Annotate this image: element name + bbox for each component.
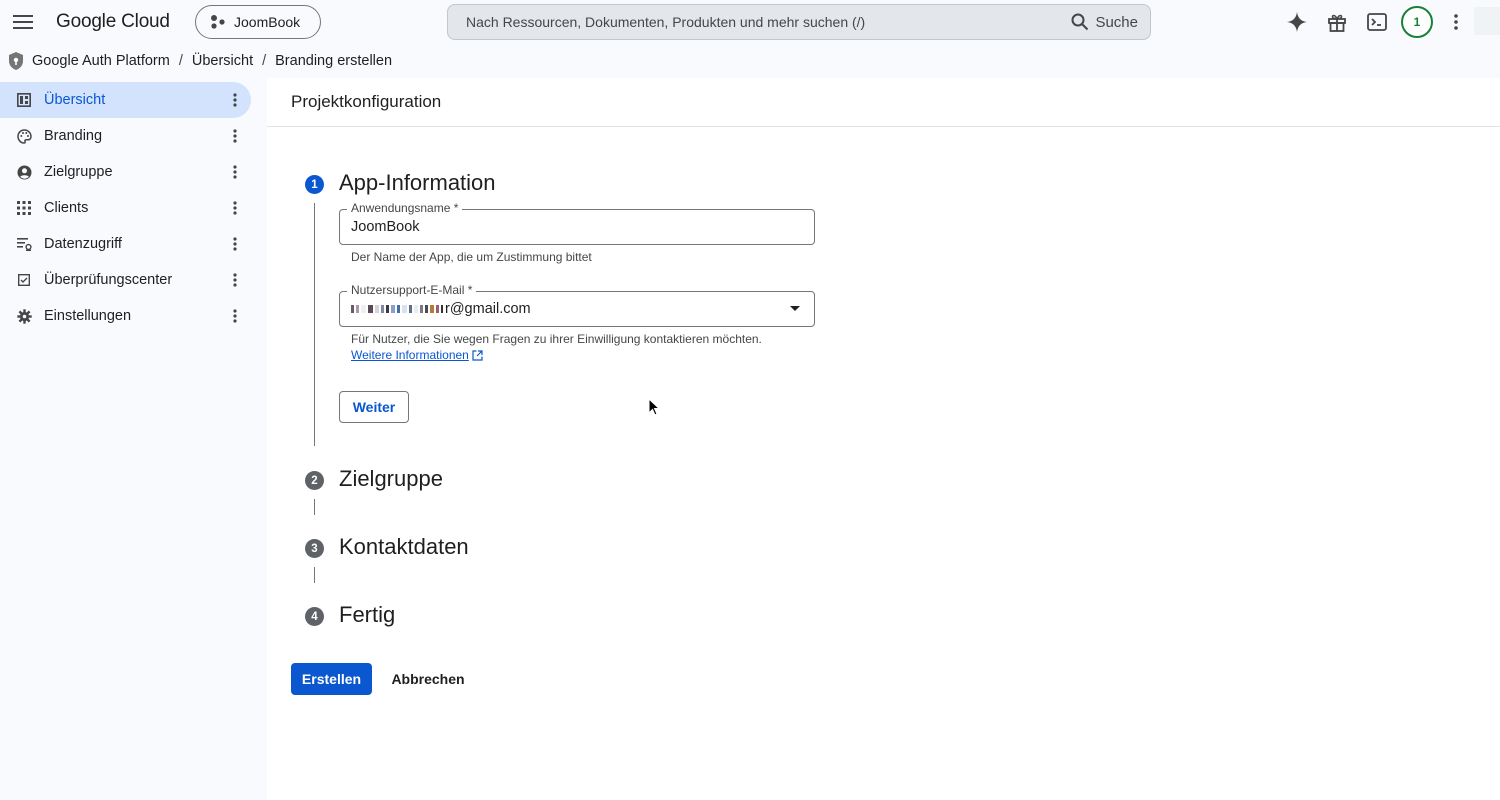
apps-grid-icon [16,200,32,216]
sidebar-item-branding[interactable]: Branding [0,118,251,154]
app-name-input[interactable] [351,219,791,235]
learn-more-link[interactable]: Weitere Informationen [351,348,483,362]
breadcrumb-item-create-branding: Branding erstellen [275,53,393,69]
account-circle-icon [16,164,32,180]
more-vert-icon[interactable] [223,88,247,112]
sidebar-item-label: Einstellungen [44,308,132,324]
stepper-connector [314,499,315,515]
search-bar: Suche [447,4,1151,40]
cloud-shell-terminal-icon[interactable] [1364,7,1390,37]
shield-lock-icon [9,52,23,70]
main-content: Projektkonfiguration 1 App-Information A… [267,78,1500,800]
project-name: JoomBook [234,14,301,30]
more-vert-icon[interactable] [223,268,247,292]
support-email-label: Nutzersupport-E-Mail * [347,283,477,297]
search-button-label: Suche [1095,13,1138,31]
more-vert-icon[interactable] [223,232,247,256]
breadcrumb-separator: / [178,53,183,69]
step-number-4: 4 [305,607,324,626]
more-vert-icon[interactable] [223,196,247,220]
step-title-audience[interactable]: Zielgruppe [339,466,443,492]
dashboard-icon [16,92,32,108]
top-bar: Google Cloud JoomBook Suche 1 [0,0,1500,44]
app-name-helper: Der Name der App, die um Zustimmung bitt… [351,250,592,264]
step-title-done[interactable]: Fertig [339,602,395,628]
sidebar-item-overview[interactable]: Übersicht [0,82,251,118]
sidebar-item-audience[interactable]: Zielgruppe [0,154,251,190]
search-input[interactable] [466,14,1072,30]
app-name-label: Anwendungsname * [347,201,463,215]
project-nodes-icon [211,15,225,29]
stepper-connector [314,203,315,446]
sidebar-item-data-access[interactable]: Datenzugriff [0,226,251,262]
dropdown-arrow-icon[interactable] [790,306,800,311]
palette-icon [16,128,32,144]
sidebar-item-label: Clients [44,200,89,216]
next-button[interactable]: Weiter [339,391,409,423]
sidebar-item-clients[interactable]: Clients [0,190,251,226]
sidebar-item-settings[interactable]: Einstellungen [0,298,251,334]
sidebar-item-label: Überprüfungscenter [44,272,173,288]
stepper-connector [314,567,315,583]
step-title-contact-data[interactable]: Kontaktdaten [339,534,469,560]
gear-icon [16,308,32,324]
step-number-3: 3 [305,539,324,558]
cancel-button[interactable]: Abbrechen [384,663,472,695]
breadcrumb-separator: / [262,53,267,69]
google-cloud-logo[interactable]: Google Cloud [56,11,170,33]
create-button[interactable]: Erstellen [291,663,372,695]
redacted-email-prefix [351,305,443,313]
notification-avatar[interactable]: 1 [1401,6,1433,38]
more-vert-icon[interactable] [1446,7,1466,37]
more-vert-icon[interactable] [223,304,247,328]
more-vert-icon[interactable] [223,160,247,184]
account-avatar[interactable] [1474,7,1500,35]
menu-icon[interactable] [12,11,34,33]
sidebar-item-label: Zielgruppe [44,164,113,180]
gemini-sparkle-icon[interactable] [1284,7,1310,37]
breadcrumb: Google Auth Platform / Übersicht / Brand… [0,44,1500,78]
mouse-cursor-icon [648,398,660,416]
step-number-1: 1 [305,175,324,194]
learn-more-link-label: Weitere Informationen [351,348,469,362]
gift-icon[interactable] [1324,7,1350,37]
page-title: Projektkonfiguration [291,92,442,111]
sidebar: Übersicht Branding Zielgruppe Clients Da… [0,78,267,800]
breadcrumb-item-auth-platform[interactable]: Google Auth Platform [32,53,170,69]
sidebar-item-label: Datenzugriff [44,236,122,252]
project-selector[interactable]: JoomBook [195,5,321,39]
more-vert-icon[interactable] [223,124,247,148]
open-in-new-icon [472,349,483,361]
search-button[interactable]: Suche [1071,13,1138,31]
support-email-helper: Für Nutzer, die Sie wegen Fragen zu ihre… [351,332,762,346]
support-email-value: r@gmail.com [445,301,531,317]
verification-icon [16,272,32,288]
step-title-app-information[interactable]: App-Information [339,170,496,196]
sidebar-item-verification-center[interactable]: Überprüfungscenter [0,262,251,298]
search-icon [1071,13,1089,31]
sidebar-item-label: Branding [44,128,103,144]
title-divider [267,126,1500,127]
sidebar-item-label: Übersicht [44,92,106,108]
breadcrumb-item-overview[interactable]: Übersicht [192,53,253,69]
step-number-2: 2 [305,471,324,490]
data-access-icon [16,236,32,252]
